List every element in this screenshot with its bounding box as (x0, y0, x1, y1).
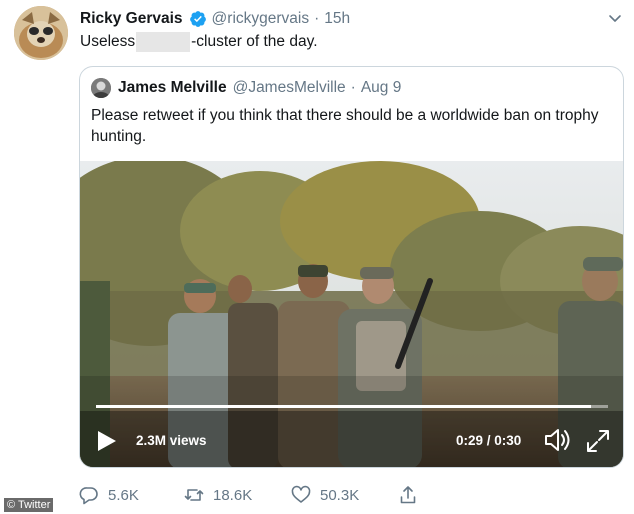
video-progress-fill (96, 405, 592, 408)
verified-badge-icon (189, 10, 207, 28)
share-button[interactable] (398, 484, 427, 506)
video-player[interactable]: 2.3M views 0:29 / 0:30 (80, 161, 623, 467)
reply-count: 5.6K (108, 486, 139, 504)
retweet-icon (184, 489, 204, 501)
quoted-separator-dot: · (350, 79, 356, 96)
fullscreen-icon[interactable] (585, 428, 611, 454)
quoted-author-avatar (91, 78, 111, 98)
share-icon (400, 486, 416, 504)
tweet-header: Ricky Gervais @rickygervais · 15h (80, 8, 350, 30)
reply-icon (79, 487, 98, 505)
author-handle[interactable]: @rickygervais (212, 10, 310, 28)
tweet-text-start: Useless (80, 33, 136, 50)
like-button[interactable]: 50.3K (291, 484, 359, 506)
quoted-tweet-card[interactable]: James Melville @JamesMelville · Aug 9 Pl… (79, 66, 624, 468)
quoted-author-name: James Melville (118, 79, 227, 96)
volume-icon[interactable] (543, 427, 571, 453)
quoted-author-handle: @JamesMelville (232, 79, 346, 96)
author-avatar-image (14, 6, 68, 60)
retweet-count: 18.6K (213, 486, 253, 504)
video-frame (80, 161, 623, 467)
video-progress-bar[interactable] (96, 405, 608, 408)
author-name[interactable]: Ricky Gervais (80, 10, 183, 28)
quoted-tweet-text: Please retweet if you think that there s… (91, 107, 599, 145)
reply-button[interactable]: 5.6K (79, 484, 139, 506)
watermark: © Twitter (4, 498, 54, 512)
tweet-text: Useless -cluster of the day. (80, 32, 318, 52)
heart-icon (291, 485, 311, 503)
quoted-tweet-header: James Melville @JamesMelville · Aug 9 (91, 77, 401, 99)
like-count: 50.3K (320, 486, 360, 504)
tweet-time[interactable]: 15h (324, 10, 350, 28)
video-time: 0:29 / 0:30 (456, 433, 522, 448)
separator-dot: · (314, 10, 320, 27)
author-avatar[interactable] (14, 6, 68, 60)
retweet-button[interactable]: 18.6K (184, 484, 252, 506)
censor-block (136, 32, 191, 52)
tweet-text-end: -cluster of the day. (191, 33, 318, 50)
video-views: 2.3M views (136, 433, 207, 448)
play-icon[interactable] (96, 429, 118, 453)
chevron-down-icon[interactable] (607, 10, 623, 26)
quoted-tweet-date: Aug 9 (360, 79, 402, 96)
